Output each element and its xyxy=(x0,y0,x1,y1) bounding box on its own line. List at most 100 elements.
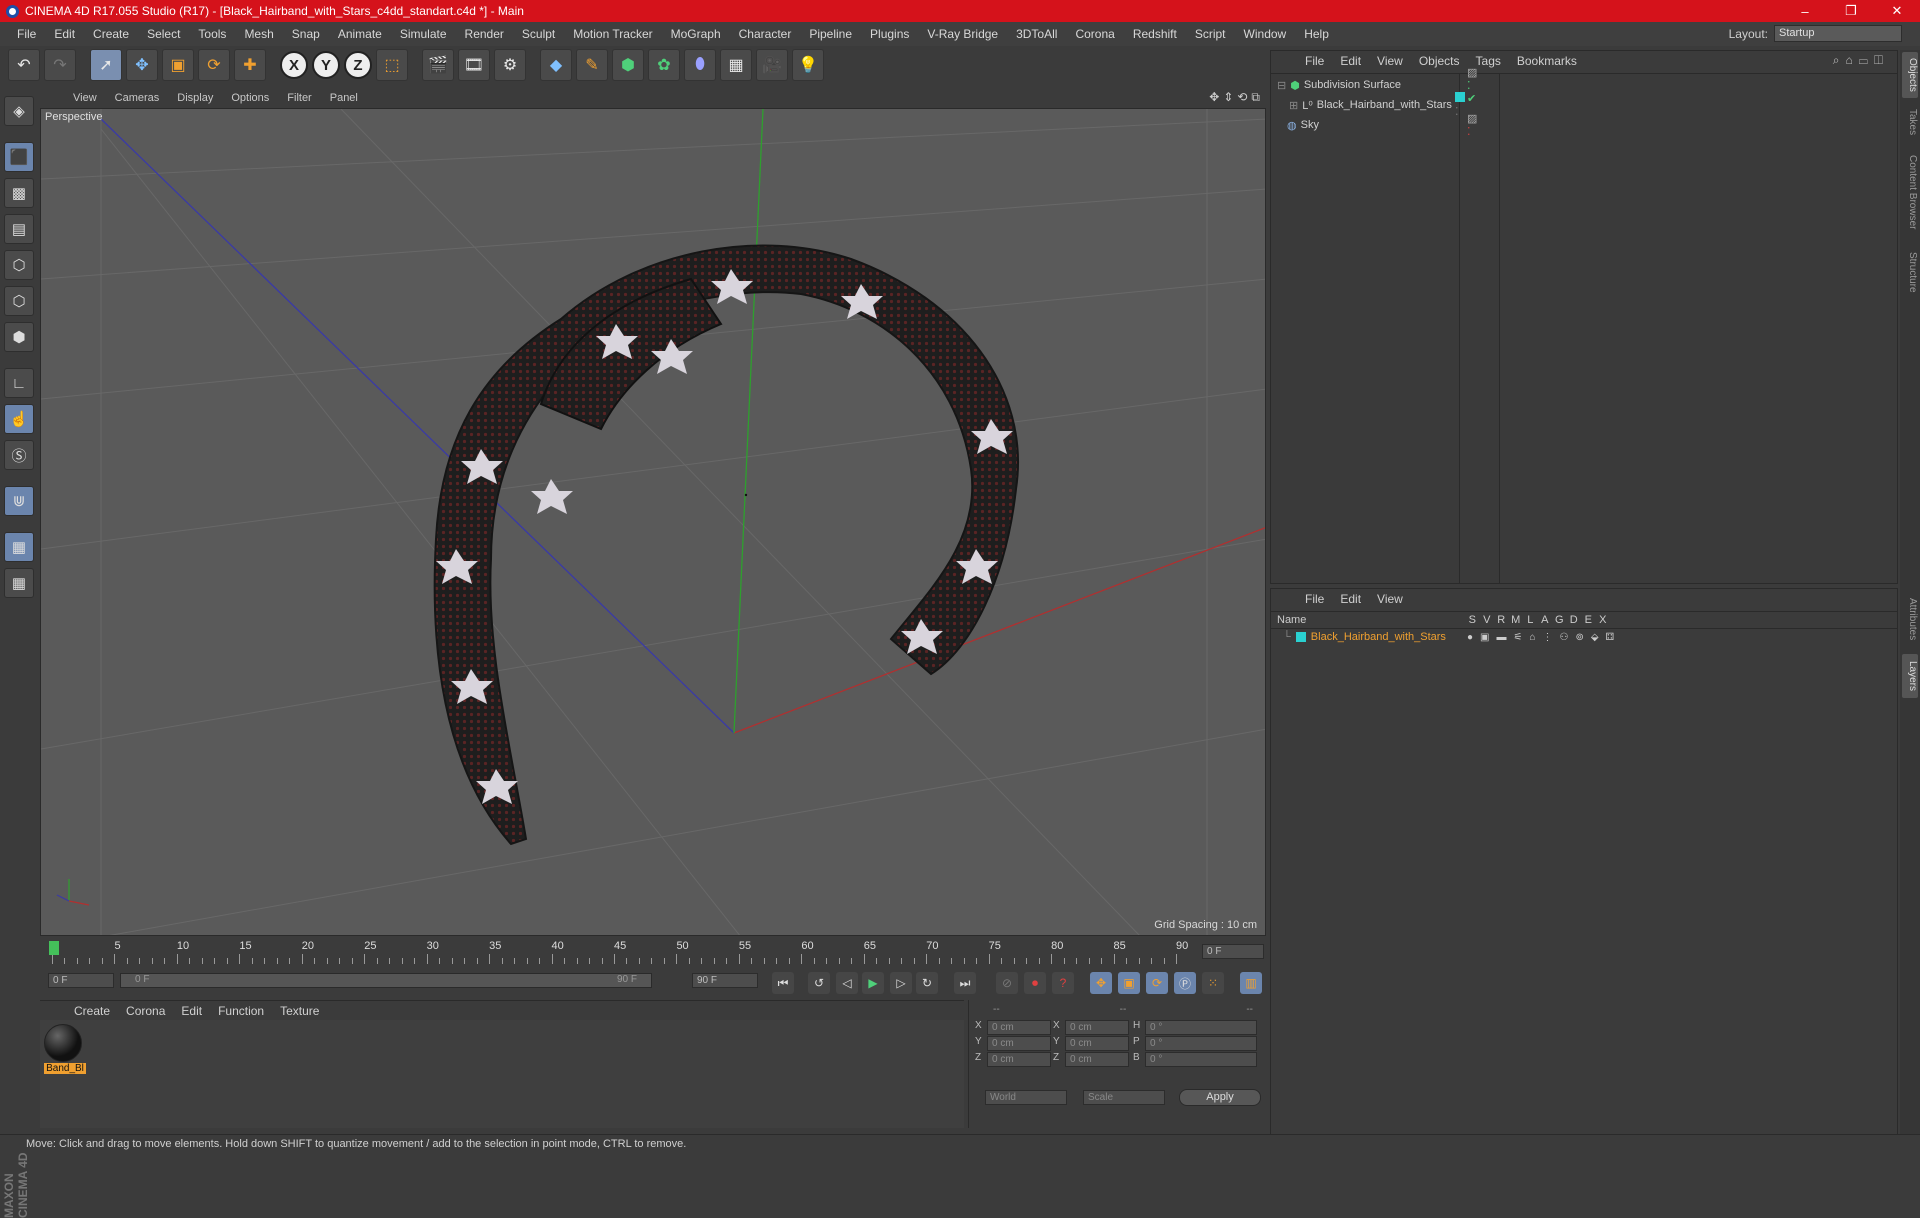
x-axis-lock-button[interactable]: X xyxy=(280,51,308,79)
material-menu-texture[interactable]: Texture xyxy=(272,1004,327,1018)
solo-mode-icon[interactable]: Ⓢ xyxy=(4,440,34,470)
minimize-button[interactable]: – xyxy=(1782,0,1828,22)
points-mode-icon[interactable]: ⬡ xyxy=(4,250,34,280)
menu-item-mograph[interactable]: MoGraph xyxy=(662,27,730,41)
coord-size-field[interactable]: 0 cm xyxy=(1065,1020,1129,1035)
menu-item-motion-tracker[interactable]: Motion Tracker xyxy=(564,27,661,41)
layer-toggles[interactable]: ●▣▬⚟⌂⋮⚇⊚⬙⚃ xyxy=(1467,632,1621,643)
make-editable-icon[interactable]: ◈ xyxy=(4,96,34,126)
previous-frame-icon[interactable]: ◁ xyxy=(836,972,858,994)
add-tool-icon[interactable]: ✚ xyxy=(234,49,266,81)
render-to-picture-viewer-icon[interactable]: 🎞 xyxy=(458,49,490,81)
floor-scene-icon[interactable]: ▦ xyxy=(720,49,752,81)
layer-menu-edit[interactable]: Edit xyxy=(1332,592,1369,606)
z-axis-lock-button[interactable]: Z xyxy=(344,51,372,79)
layer-col-e[interactable]: E xyxy=(1581,614,1596,626)
undo-icon[interactable]: ↶ xyxy=(8,49,40,81)
material-menu-corona[interactable]: Corona xyxy=(118,1004,173,1018)
live-selection-icon[interactable]: ➚ xyxy=(90,49,122,81)
viewport-menu-cameras[interactable]: Cameras xyxy=(106,92,169,104)
coord-rotation-field[interactable]: 0 ° xyxy=(1145,1020,1257,1035)
menu-item-script[interactable]: Script xyxy=(1186,27,1235,41)
layer-col-d[interactable]: D xyxy=(1567,614,1582,626)
mograph-cloner-icon[interactable]: ✿ xyxy=(648,49,680,81)
model-mode-icon[interactable]: ⬛ xyxy=(4,142,34,172)
key-parameter-icon[interactable]: Ⓟ xyxy=(1174,972,1196,994)
cube-primitive-icon[interactable]: ◆ xyxy=(540,49,572,81)
pen-spline-icon[interactable]: ✎ xyxy=(576,49,608,81)
move-tool-icon[interactable]: ✥ xyxy=(126,49,158,81)
menu-item-corona[interactable]: Corona xyxy=(1066,27,1123,41)
go-to-end-icon[interactable]: ⏭ xyxy=(954,972,976,994)
rotate-tool-icon[interactable]: ⟳ xyxy=(198,49,230,81)
viewport-perspective[interactable]: Perspective Grid Spacing : 10 cm xyxy=(40,108,1266,936)
previous-key-icon[interactable]: ↺ xyxy=(808,972,830,994)
close-button[interactable]: ✕ xyxy=(1874,0,1920,22)
key-pla-icon[interactable]: ⁙ xyxy=(1202,972,1224,994)
record-keys-icon[interactable]: ⊘ xyxy=(996,972,1018,994)
tab-layers[interactable]: Layers xyxy=(1902,654,1918,698)
menu-item-window[interactable]: Window xyxy=(1235,27,1296,41)
menu-item-select[interactable]: Select xyxy=(138,27,189,41)
layer-col-s[interactable]: S xyxy=(1465,614,1480,626)
layer-menu-file[interactable]: File xyxy=(1297,592,1332,606)
workplane-lock-icon[interactable]: ▦ xyxy=(4,532,34,562)
menu-item-animate[interactable]: Animate xyxy=(329,27,391,41)
edges-mode-icon[interactable]: ⬡ xyxy=(4,286,34,316)
polygons-mode-icon[interactable]: ⬢ xyxy=(4,322,34,352)
viewport-scene[interactable] xyxy=(41,109,1266,936)
object-menu-objects[interactable]: Objects xyxy=(1411,54,1468,68)
axis-mode-icon[interactable]: ∟ xyxy=(4,368,34,398)
menu-item-mesh[interactable]: Mesh xyxy=(235,27,282,41)
object-menu-edit[interactable]: Edit xyxy=(1332,54,1369,68)
coord-position-field[interactable]: 0 cm xyxy=(987,1052,1051,1067)
timeline-window-icon[interactable]: ▥ xyxy=(1240,972,1262,994)
menu-item-render[interactable]: Render xyxy=(456,27,513,41)
subdivision-surface-icon[interactable]: ⬢ xyxy=(612,49,644,81)
viewport-menu-options[interactable]: Options xyxy=(222,92,278,104)
viewport-menu-display[interactable]: Display xyxy=(168,92,222,104)
object-manager-tools[interactable]: ⌕⌂▭◫ xyxy=(1833,53,1889,68)
menu-item-tools[interactable]: Tools xyxy=(189,27,235,41)
material-item[interactable]: Band_Bl xyxy=(44,1024,86,1078)
layer-col-a[interactable]: A xyxy=(1538,614,1553,626)
layer-col-v[interactable]: V xyxy=(1480,614,1495,626)
material-menu-function[interactable]: Function xyxy=(210,1004,272,1018)
scale-tool-icon[interactable]: ▣ xyxy=(162,49,194,81)
key-position-icon[interactable]: ✥ xyxy=(1090,972,1112,994)
redo-icon[interactable]: ↷ xyxy=(44,49,76,81)
viewport-menu-panel[interactable]: Panel xyxy=(321,92,367,104)
menu-item-snap[interactable]: Snap xyxy=(283,27,329,41)
hairband-model[interactable] xyxy=(433,244,1019,846)
coord-rotation-field[interactable]: 0 ° xyxy=(1145,1036,1257,1051)
key-rotation-icon[interactable]: ⟳ xyxy=(1146,972,1168,994)
coord-position-field[interactable]: 0 cm xyxy=(987,1020,1051,1035)
menu-item-sculpt[interactable]: Sculpt xyxy=(513,27,564,41)
tab-content-browser[interactable]: Content Browser xyxy=(1902,146,1918,238)
tab-takes[interactable]: Takes xyxy=(1902,104,1918,140)
menu-item-edit[interactable]: Edit xyxy=(45,27,84,41)
layer-color-swatch[interactable] xyxy=(1295,632,1306,642)
material-menu-edit[interactable]: Edit xyxy=(173,1004,210,1018)
snapping-magnet-icon[interactable]: ⋓ xyxy=(4,486,34,516)
material-menu-create[interactable]: Create xyxy=(66,1004,118,1018)
viewport-nav-icons[interactable]: ✥⇕⟲⧉ xyxy=(1209,90,1264,105)
viewport-menu-filter[interactable]: Filter xyxy=(278,92,320,104)
current-frame-field[interactable]: 0 F xyxy=(1202,944,1264,959)
camera-icon[interactable]: 🎥 xyxy=(756,49,788,81)
world-dropdown[interactable]: World xyxy=(985,1090,1067,1105)
render-view-icon[interactable]: 🎬 xyxy=(422,49,454,81)
menu-item-simulate[interactable]: Simulate xyxy=(391,27,456,41)
menu-item-help[interactable]: Help xyxy=(1295,27,1338,41)
tab-objects[interactable]: Objects xyxy=(1902,52,1918,98)
y-axis-lock-button[interactable]: Y xyxy=(312,51,340,79)
coord-size-field[interactable]: 0 cm xyxy=(1065,1052,1129,1067)
object-menu-bookmarks[interactable]: Bookmarks xyxy=(1509,54,1585,68)
menu-item-pipeline[interactable]: Pipeline xyxy=(800,27,861,41)
menu-item-3dtoall[interactable]: 3DToAll xyxy=(1007,27,1066,41)
planar-workplane-icon[interactable]: ▦ xyxy=(4,568,34,598)
coordinate-system-icon[interactable]: ⬚ xyxy=(376,49,408,81)
layer-col-l[interactable]: L xyxy=(1523,614,1538,626)
menu-item-create[interactable]: Create xyxy=(84,27,138,41)
next-frame-icon[interactable]: ▷ xyxy=(890,972,912,994)
